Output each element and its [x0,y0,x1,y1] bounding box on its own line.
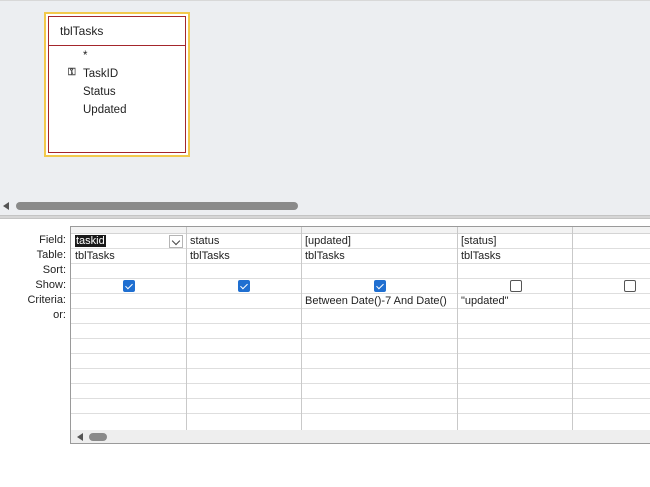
field-item-taskid[interactable]: ⚿ TaskID [49,65,185,83]
row-label-table: Table: [36,249,66,261]
show-checkbox-2[interactable] [238,280,250,292]
row-label-criteria: Criteria: [27,294,66,306]
table-cell-2[interactable]: tblTasks [190,249,230,264]
criteria-cell-4[interactable]: "updated" [461,294,509,309]
table-title[interactable]: tblTasks [60,24,103,38]
show-checkbox-5[interactable] [624,280,636,292]
grid-row-labels: Field: Table: Sort: Show: Criteria: or: [0,233,66,323]
show-checkbox-1[interactable] [123,280,135,292]
field-cell-3[interactable]: [updated] [305,234,351,249]
table-field-list-frame: tblTasks * ⚿ TaskID Status Updated [48,16,186,153]
scrollbar-thumb[interactable] [89,433,107,441]
scroll-left-arrow-icon[interactable] [77,433,83,441]
field-item-all[interactable]: * [49,47,185,65]
scrollbar-thumb[interactable] [16,202,298,210]
table-cell-3[interactable]: tblTasks [305,249,345,264]
field-item-label: Status [83,86,116,98]
grid-column-5[interactable] [573,227,650,430]
pane-splitter[interactable] [0,215,650,219]
field-value-selected[interactable]: taskid [75,235,106,247]
field-item-label: * [83,50,88,62]
show-checkbox-3[interactable] [374,280,386,292]
primary-key-icon: ⚿ [68,67,76,78]
field-dropdown-button[interactable] [169,235,183,248]
upper-horizontal-scrollbar[interactable] [0,199,650,213]
query-design-grid[interactable]: taskid tblTasks status tblTasks [updated… [70,226,650,430]
row-label-show: Show: [35,279,66,291]
scroll-left-arrow-icon[interactable] [3,202,9,210]
table-diagram-pane[interactable]: tblTasks * ⚿ TaskID Status Updated [0,0,650,216]
show-checkbox-4[interactable] [510,280,522,292]
criteria-cell-3[interactable]: Between Date()-7 And Date() [305,294,447,309]
field-item-updated[interactable]: Updated [49,101,185,119]
table-cell-4[interactable]: tblTasks [461,249,501,264]
title-divider [49,45,185,46]
table-cell-1[interactable]: tblTasks [75,249,115,264]
row-label-field: Field: [39,234,66,246]
table-field-list-tbltasks[interactable]: tblTasks * ⚿ TaskID Status Updated [44,12,190,157]
row-label-or: or: [53,309,66,321]
field-list: * ⚿ TaskID Status Updated [49,47,185,119]
field-item-label: TaskID [83,68,119,80]
field-cell-2[interactable]: status [190,234,219,249]
grid-horizontal-scrollbar[interactable] [70,430,650,444]
field-item-label: Updated [83,104,127,116]
field-cell-1[interactable]: taskid [75,234,106,249]
row-label-sort: Sort: [42,264,66,276]
field-cell-4[interactable]: [status] [461,234,496,249]
field-item-status[interactable]: Status [49,83,185,101]
